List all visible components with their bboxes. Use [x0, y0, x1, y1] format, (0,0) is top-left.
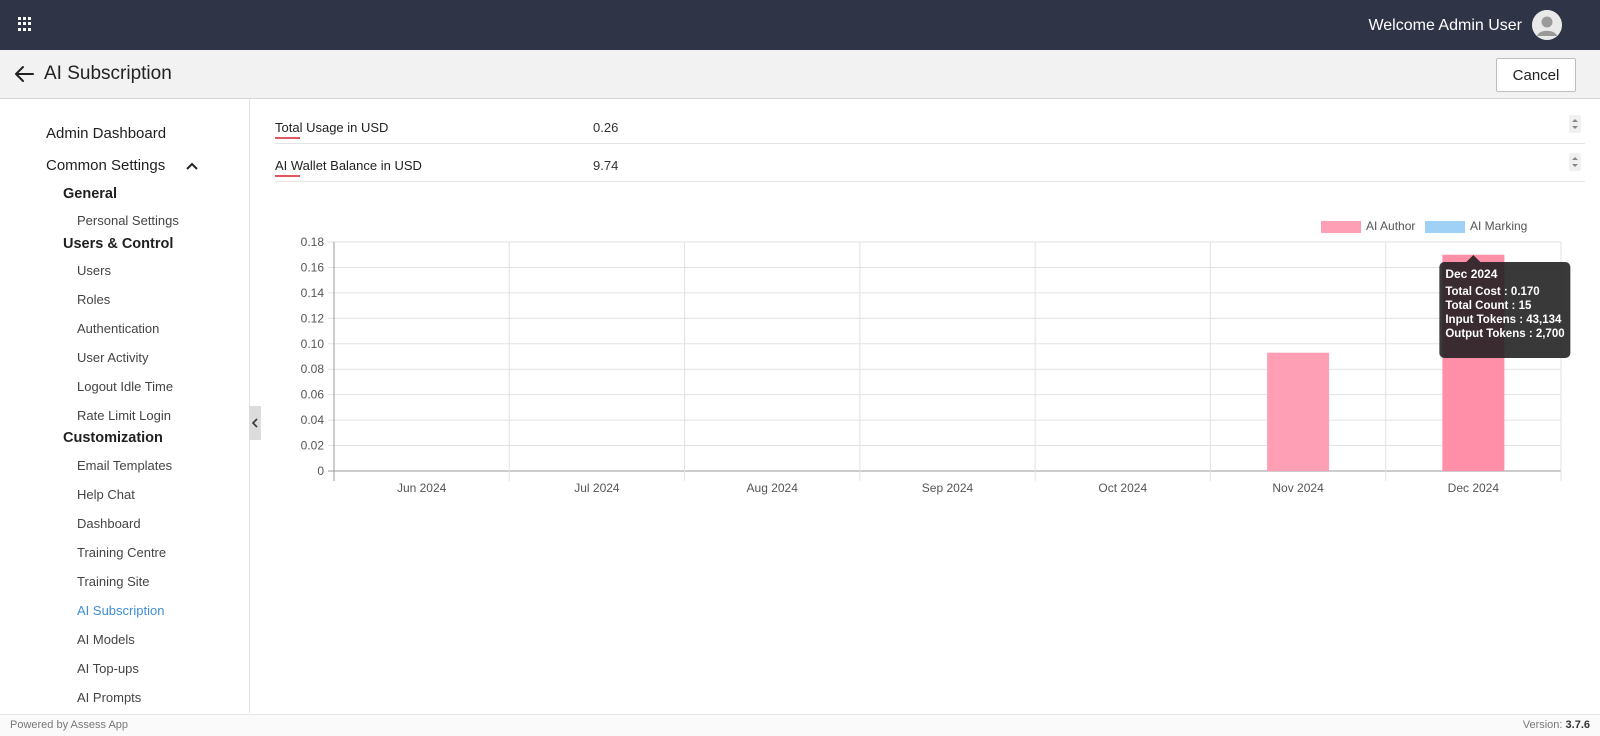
y-tick-label: 0.08 — [301, 362, 325, 376]
y-tick-label: 0.10 — [301, 337, 325, 351]
chevron-left-icon — [252, 418, 258, 428]
sidebar-group-users-control[interactable]: Users & Control — [63, 236, 173, 252]
page-title: AI Subscription — [44, 63, 172, 84]
tooltip-line: Input Tokens : 43,134 — [1445, 314, 1562, 326]
apps-grid-icon[interactable] — [18, 17, 32, 31]
cancel-button[interactable]: Cancel — [1496, 58, 1576, 92]
sidebar-item-help-chat[interactable]: Help Chat — [77, 487, 135, 502]
sidebar-item-personal-settings[interactable]: Personal Settings — [77, 213, 179, 228]
sidebar-collapse-handle[interactable] — [249, 406, 261, 440]
legend-swatch — [1425, 221, 1465, 233]
sidebar-group-customization[interactable]: Customization — [63, 430, 163, 446]
field-underline — [275, 175, 300, 177]
sidebar-item-ai-prompts[interactable]: AI Prompts — [77, 690, 141, 705]
sidebar-item-authentication[interactable]: Authentication — [77, 321, 159, 336]
y-tick-label: 0.14 — [301, 286, 325, 300]
y-tick-label: 0.16 — [301, 260, 325, 274]
sidebar-item-training-site[interactable]: Training Site — [77, 574, 150, 589]
total-usage-label: Total Usage in USD — [275, 120, 389, 135]
total-usage-value[interactable]: 0.26 — [593, 120, 618, 135]
sidebar-item-ai-subscription[interactable]: AI Subscription — [77, 603, 164, 618]
sidebar-item-email-templates[interactable]: Email Templates — [77, 458, 172, 473]
sidebar-item-ai-models[interactable]: AI Models — [77, 632, 135, 647]
powered-by-text: Powered by Assess App — [10, 719, 129, 731]
tooltip-line: Output Tokens : 2,700 — [1445, 328, 1564, 340]
wallet-balance-label: AI Wallet Balance in USD — [275, 158, 422, 173]
tooltip-line: Total Cost : 0.170 — [1445, 286, 1539, 298]
field-underline — [275, 137, 300, 139]
y-tick-label: 0.04 — [301, 413, 325, 427]
usage-bar-chart: 0 0.02 0.04 0.06 0.08 0.10 0.12 0.14 0.16 0.18 Jun… — [301, 219, 1571, 495]
total-usage-field: Total Usage in USD 0.26 — [275, 112, 1585, 144]
sidebar-item-dashboard[interactable]: Dashboard — [77, 516, 141, 531]
chart-tooltip: Dec 2024 Total Cost : 0.170 Total Count : … — [1439, 255, 1571, 358]
y-tick-label: 0.06 — [301, 388, 325, 402]
legend-label: AI Marking — [1470, 219, 1527, 233]
tooltip-line: Total Count : 15 — [1445, 300, 1532, 312]
x-tick-label: Oct 2024 — [1098, 481, 1147, 495]
number-spinner-icon[interactable] — [1569, 115, 1581, 133]
sidebar-item-rate-limit-login[interactable]: Rate Limit Login — [77, 408, 171, 423]
x-tick-label: Aug 2024 — [747, 481, 799, 495]
x-tick-label: Jul 2024 — [574, 481, 620, 495]
top-bar: Welcome Admin User — [0, 0, 1600, 50]
number-spinner-icon[interactable] — [1569, 153, 1581, 171]
tooltip-title: Dec 2024 — [1445, 267, 1497, 281]
sidebar-item-logout-idle-time[interactable]: Logout Idle Time — [77, 379, 173, 394]
version-text: Version: 3.7.6 — [1522, 719, 1590, 731]
user-avatar-icon[interactable] — [1532, 10, 1562, 40]
bar-ai-author — [1267, 352, 1330, 471]
y-tick-label: 0.02 — [301, 439, 325, 453]
legend-swatch — [1321, 221, 1361, 233]
wallet-balance-value[interactable]: 9.74 — [593, 158, 618, 173]
sidebar-item-roles[interactable]: Roles — [77, 292, 110, 307]
footer: Powered by Assess App Version: 3.7.6 — [0, 714, 1600, 736]
legend-label: AI Author — [1366, 219, 1415, 233]
x-tick-label: Jun 2024 — [397, 481, 447, 495]
sidebar: Admin Dashboard Common Settings General … — [0, 99, 250, 713]
page-header: AI Subscription Cancel — [0, 50, 1600, 99]
sidebar-item-training-centre[interactable]: Training Centre — [77, 545, 166, 560]
wallet-balance-field: AI Wallet Balance in USD 9.74 — [275, 150, 1585, 182]
welcome-text: Welcome Admin User — [1368, 17, 1522, 34]
sidebar-item-common-settings[interactable]: Common Settings — [46, 157, 165, 174]
sidebar-item-user-activity[interactable]: User Activity — [77, 350, 149, 365]
back-arrow-icon[interactable] — [12, 62, 36, 86]
y-tick-label: 0.12 — [301, 311, 325, 325]
sidebar-item-admin-dashboard[interactable]: Admin Dashboard — [46, 125, 166, 142]
chevron-up-icon[interactable] — [185, 161, 199, 171]
y-tick-label: 0 — [317, 464, 324, 478]
y-tick-label: 0.18 — [301, 235, 325, 249]
sidebar-item-users[interactable]: Users — [77, 263, 111, 278]
sidebar-item-ai-topups[interactable]: AI Top-ups — [77, 661, 139, 676]
x-tick-label: Dec 2024 — [1448, 481, 1500, 495]
sidebar-group-general[interactable]: General — [63, 186, 117, 202]
version-number: 3.7.6 — [1565, 719, 1590, 731]
x-tick-label: Nov 2024 — [1272, 481, 1324, 495]
x-tick-label: Sep 2024 — [922, 481, 974, 495]
